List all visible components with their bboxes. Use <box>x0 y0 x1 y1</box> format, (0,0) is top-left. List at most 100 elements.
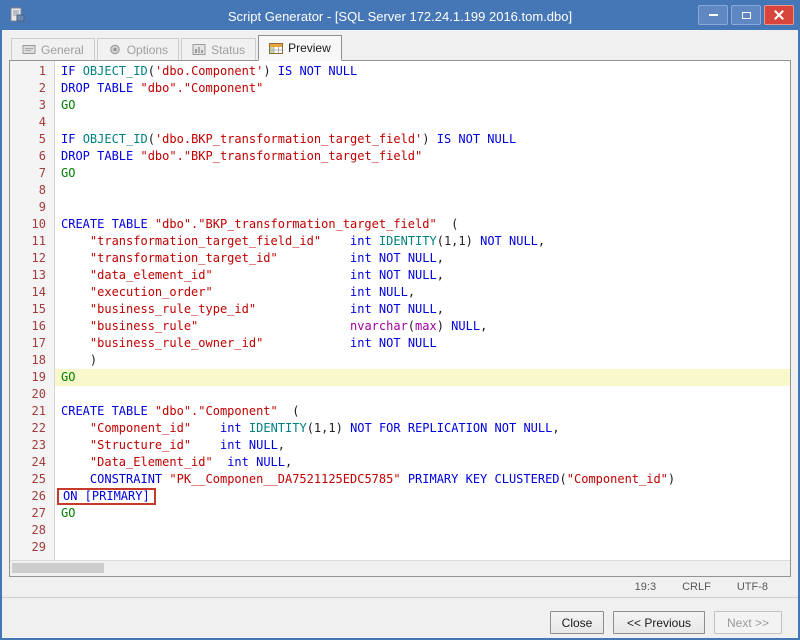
code-line: 20 <box>10 386 790 403</box>
code-line: 8 <box>10 182 790 199</box>
code-line: 26 ON [PRIMARY] <box>10 488 790 505</box>
code-line: 1 IF OBJECT_ID('dbo.Component') IS NOT NU… <box>10 63 790 80</box>
script-generator-window: Script Generator - [SQL Server 172.24.1.… <box>0 0 800 640</box>
caret-position: 19:3 <box>634 581 657 593</box>
tab-options[interactable]: Options <box>96 38 180 60</box>
code-line-text: "business_rule_owner_id" int NOT NULL <box>89 336 437 350</box>
code-area[interactable]: 1 IF OBJECT_ID('dbo.Component') IS NOT NU… <box>10 61 790 560</box>
maximize-button[interactable] <box>731 5 761 25</box>
code-line-text: ) <box>61 353 98 367</box>
code-line: 6 DROP TABLE "dbo"."BKP_transformation_ta… <box>10 148 790 165</box>
line-number: 23 <box>31 438 46 452</box>
line-number: 18 <box>31 353 46 367</box>
code-line-text: DROP TABLE "dbo"."BKP_transformation_tar… <box>61 149 423 163</box>
next-button: Next >> <box>714 611 782 634</box>
maximize-icon <box>741 11 751 19</box>
line-number: 10 <box>31 217 46 231</box>
code-line: 14 "execution_order" int NULL, <box>10 284 790 301</box>
code-line-text: GO <box>61 506 76 520</box>
code-line-text: GO <box>61 98 76 112</box>
code-line: 25 CONSTRAINT "PK__Componen__DA7521125ED… <box>10 471 790 488</box>
horizontal-scrollbar[interactable] <box>10 560 790 576</box>
code-line-text: CREATE TABLE "dbo"."BKP_transformation_t… <box>61 217 459 231</box>
tab-label: Options <box>126 42 169 57</box>
line-number: 15 <box>31 302 46 316</box>
wizard-icon <box>22 43 36 56</box>
code-line-text: CREATE TABLE "dbo"."Component" ( <box>61 404 300 418</box>
tab-status[interactable]: Status <box>181 38 257 60</box>
eol-mode: CRLF <box>682 581 711 593</box>
tab-general[interactable]: General <box>11 38 95 60</box>
tab-label: Preview <box>288 41 331 55</box>
code-line-text: "transformation_target_id" int NOT NULL, <box>89 251 444 265</box>
line-number: 28 <box>31 523 46 537</box>
minimize-icon <box>708 14 718 16</box>
code-line: 27 GO <box>10 505 790 522</box>
code-line-text: "business_rule_type_id" int NOT NULL, <box>89 302 444 316</box>
code-line: 7 GO <box>10 165 790 182</box>
code-line-text: IF OBJECT_ID('dbo.BKP_transformation_tar… <box>61 132 517 146</box>
editor-status-bar: 19:3 CRLF UTF-8 <box>2 577 798 598</box>
dialog-footer: Close << Previous Next >> <box>2 598 798 638</box>
encoding: UTF-8 <box>736 581 768 593</box>
tab-bar: General Options Status Preview <box>2 30 798 61</box>
app-icon <box>8 6 26 24</box>
code-line: 9 <box>10 199 790 216</box>
line-number: 1 <box>38 64 46 78</box>
code-line-text: IF OBJECT_ID('dbo.Component') IS NOT NUL… <box>61 64 358 78</box>
minimize-button[interactable] <box>698 5 728 25</box>
line-number: 29 <box>31 540 46 554</box>
code-line-text: "business_rule" nvarchar(max) NULL, <box>89 319 488 333</box>
window-title: Script Generator - [SQL Server 172.24.1.… <box>227 8 573 24</box>
sql-preview-editor[interactable]: 1 IF OBJECT_ID('dbo.Component') IS NOT NU… <box>9 60 791 577</box>
code-line: 12 "transformation_target_id" int NOT NU… <box>10 250 790 267</box>
code-line: 21 CREATE TABLE "dbo"."Component" ( <box>10 403 790 420</box>
line-number: 20 <box>31 387 46 401</box>
code-line: 2 DROP TABLE "dbo"."Component" <box>10 80 790 97</box>
code-line: 24 "Data_Element_id" int NULL, <box>10 454 790 471</box>
code-line-text: "Data_Element_id" int NULL, <box>89 455 293 469</box>
line-number: 22 <box>31 421 46 435</box>
close-button[interactable]: Close <box>550 611 604 634</box>
code-line-text: ON [PRIMARY] <box>55 488 790 505</box>
line-number: 3 <box>38 98 46 112</box>
close-window-button[interactable] <box>764 5 794 25</box>
code-line: 13 "data_element_id" int NOT NULL, <box>10 267 790 284</box>
code-line: 17 "business_rule_owner_id" int NOT NULL <box>10 335 790 352</box>
code-line-text: "transformation_target_field_id" int IDE… <box>89 234 546 248</box>
line-number: 8 <box>38 183 46 197</box>
line-number: 7 <box>38 166 46 180</box>
line-number: 26 <box>31 489 46 503</box>
code-line: 28 <box>10 522 790 539</box>
horizontal-scrollbar-thumb[interactable] <box>12 563 104 573</box>
code-line-text: "execution_order" int NULL, <box>89 285 416 299</box>
tab-preview[interactable]: Preview <box>258 35 342 61</box>
line-number: 9 <box>38 200 46 214</box>
titlebar[interactable]: Script Generator - [SQL Server 172.24.1.… <box>2 2 798 30</box>
line-number: 6 <box>38 149 46 163</box>
code-line-text: "data_element_id" int NOT NULL, <box>89 268 444 282</box>
line-number: 19 <box>31 370 46 384</box>
code-line: 16 "business_rule" nvarchar(max) NULL, <box>10 318 790 335</box>
line-number: 16 <box>31 319 46 333</box>
line-number: 2 <box>38 81 46 95</box>
line-number: 4 <box>38 115 46 129</box>
code-line: 4 <box>10 114 790 131</box>
line-number: 25 <box>31 472 46 486</box>
code-line-text: GO <box>55 369 790 386</box>
code-line: 15 "business_rule_type_id" int NOT NULL, <box>10 301 790 318</box>
code-line: 23 "Structure_id" int NULL, <box>10 437 790 454</box>
line-number: 17 <box>31 336 46 350</box>
line-number: 13 <box>31 268 46 282</box>
code-line-text: "Structure_id" int NULL, <box>89 438 286 452</box>
line-number: 14 <box>31 285 46 299</box>
code-line: 22 "Component_id" int IDENTITY(1,1) NOT … <box>10 420 790 437</box>
code-line: 5 IF OBJECT_ID('dbo.BKP_transformation_ta… <box>10 131 790 148</box>
previous-button[interactable]: << Previous <box>613 611 705 634</box>
window-controls <box>698 5 794 25</box>
